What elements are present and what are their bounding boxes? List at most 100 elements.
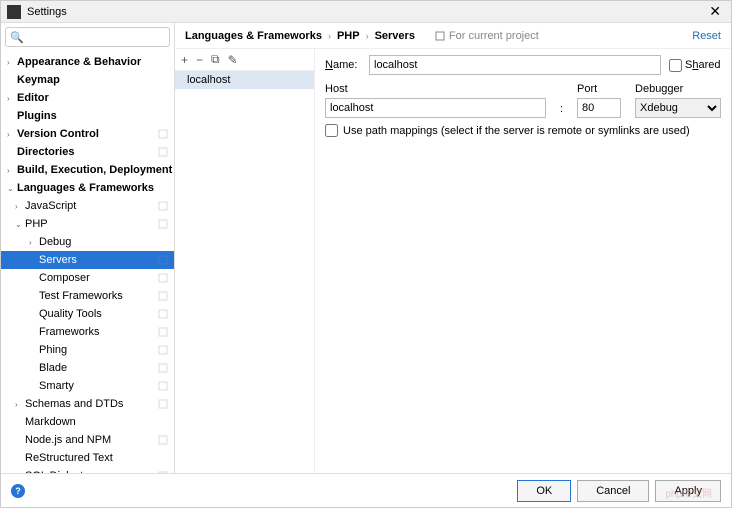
project-badge-icon [158, 381, 168, 391]
tree-item-label: Composer [39, 272, 158, 284]
debugger-select[interactable]: Xdebug [635, 98, 721, 118]
tree-item-blade[interactable]: Blade [1, 359, 174, 377]
tree-item-phing[interactable]: Phing [1, 341, 174, 359]
project-badge-icon [158, 363, 168, 373]
chevron-right-icon: › [366, 31, 369, 41]
tree-item-appearance-behavior[interactable]: ›Appearance & Behavior [1, 53, 174, 71]
server-list-panel: + − ⧉ ✎ localhost [175, 49, 315, 473]
project-badge-icon [158, 309, 168, 319]
tree-item-node-js-and-npm[interactable]: Node.js and NPM [1, 431, 174, 449]
tree-item-keymap[interactable]: Keymap [1, 71, 174, 89]
import-icon[interactable]: ✎ [228, 53, 238, 67]
project-badge-icon [158, 291, 168, 301]
port-field[interactable] [577, 98, 621, 118]
host-label: Host [325, 83, 546, 95]
host-field[interactable] [325, 98, 546, 118]
path-mappings-label: Use path mappings (select if the server … [343, 125, 690, 137]
chevron-down-icon[interactable]: ⌄ [15, 220, 25, 229]
chevron-right-icon[interactable]: › [15, 202, 25, 211]
server-list-item[interactable]: localhost [175, 71, 314, 89]
copy-icon[interactable]: ⧉ [211, 52, 220, 67]
tree-item-composer[interactable]: Composer [1, 269, 174, 287]
chevron-right-icon[interactable]: › [29, 238, 39, 247]
tree-item-label: Version Control [17, 128, 158, 140]
chevron-right-icon[interactable]: › [7, 166, 17, 175]
search-field[interactable] [27, 31, 169, 43]
tree-item-label: Languages & Frameworks [17, 182, 174, 194]
tree-item-debug[interactable]: ›Debug [1, 233, 174, 251]
path-mappings-checkbox[interactable] [325, 124, 338, 137]
tree-item-languages-frameworks[interactable]: ⌄Languages & Frameworks [1, 179, 174, 197]
chevron-down-icon[interactable]: ⌄ [7, 184, 17, 193]
tree-item-restructured-text[interactable]: ReStructured Text [1, 449, 174, 467]
port-label: Port [577, 83, 621, 95]
titlebar: Settings ✕ [1, 1, 731, 23]
project-icon [435, 31, 445, 41]
tree-item-label: Keymap [17, 74, 174, 86]
search-icon: 🔍 [10, 31, 24, 44]
project-badge-icon [158, 147, 168, 157]
project-badge-icon [158, 327, 168, 337]
tree-item-label: Debug [39, 236, 174, 248]
tree-item-frameworks[interactable]: Frameworks [1, 323, 174, 341]
colon-separator: : [560, 103, 563, 118]
project-badge-icon [158, 129, 168, 139]
tree-item-label: Markdown [25, 416, 174, 428]
name-field[interactable] [369, 55, 661, 75]
main-panel: Languages & Frameworks › PHP › Servers F… [175, 23, 731, 473]
tree-item-label: PHP [25, 218, 158, 230]
tree-item-label: Test Frameworks [39, 290, 158, 302]
tree-item-php[interactable]: ⌄PHP [1, 215, 174, 233]
tree-item-build-execution-deployment[interactable]: ›Build, Execution, Deployment [1, 161, 174, 179]
tree-item-label: Editor [17, 92, 174, 104]
search-input[interactable]: 🔍 [5, 27, 170, 47]
server-toolbar: + − ⧉ ✎ [175, 49, 314, 71]
reset-link[interactable]: Reset [692, 30, 721, 42]
tree-item-servers[interactable]: Servers [1, 251, 174, 269]
debugger-label: Debugger [635, 83, 721, 95]
shared-checkbox[interactable] [669, 59, 682, 72]
name-label: Name: [325, 59, 361, 71]
chevron-right-icon[interactable]: › [7, 58, 17, 67]
tree-item-test-frameworks[interactable]: Test Frameworks [1, 287, 174, 305]
project-badge-icon [158, 201, 168, 211]
apply-button[interactable]: Apply [655, 480, 721, 502]
sidebar: 🔍 ›Appearance & BehaviorKeymap›EditorPlu… [1, 23, 175, 473]
crumb-item[interactable]: PHP [337, 30, 360, 42]
tree-item-markdown[interactable]: Markdown [1, 413, 174, 431]
tree-item-plugins[interactable]: Plugins [1, 107, 174, 125]
chevron-right-icon: › [328, 31, 331, 41]
cancel-button[interactable]: Cancel [577, 480, 649, 502]
tree-item-quality-tools[interactable]: Quality Tools [1, 305, 174, 323]
tree-item-label: Node.js and NPM [25, 434, 158, 446]
tree-item-editor[interactable]: ›Editor [1, 89, 174, 107]
app-icon [7, 5, 21, 19]
tree-item-label: Phing [39, 344, 158, 356]
tree-item-smarty[interactable]: Smarty [1, 377, 174, 395]
tree-item-javascript[interactable]: ›JavaScript [1, 197, 174, 215]
project-badge-icon [158, 471, 168, 473]
project-badge-icon [158, 435, 168, 445]
tree-item-schemas-and-dtds[interactable]: ›Schemas and DTDs [1, 395, 174, 413]
crumb-item: Servers [375, 30, 415, 42]
tree-item-label: JavaScript [25, 200, 158, 212]
chevron-right-icon[interactable]: › [7, 94, 17, 103]
tree-item-label: Blade [39, 362, 158, 374]
tree-item-label: Appearance & Behavior [17, 56, 174, 68]
settings-tree: ›Appearance & BehaviorKeymap›EditorPlugi… [1, 51, 174, 473]
crumb-item[interactable]: Languages & Frameworks [185, 30, 322, 42]
tree-item-version-control[interactable]: ›Version Control [1, 125, 174, 143]
project-scope: For current project [435, 30, 539, 42]
project-badge-icon [158, 255, 168, 265]
help-icon[interactable]: ? [11, 484, 25, 498]
chevron-right-icon[interactable]: › [15, 400, 25, 409]
project-badge-icon [158, 345, 168, 355]
tree-item-label: Build, Execution, Deployment [17, 164, 174, 176]
add-icon[interactable]: + [181, 53, 188, 67]
project-badge-icon [158, 219, 168, 229]
ok-button[interactable]: OK [517, 480, 571, 502]
close-icon[interactable]: ✕ [705, 3, 725, 20]
remove-icon[interactable]: − [196, 53, 203, 67]
chevron-right-icon[interactable]: › [7, 130, 17, 139]
tree-item-directories[interactable]: Directories [1, 143, 174, 161]
